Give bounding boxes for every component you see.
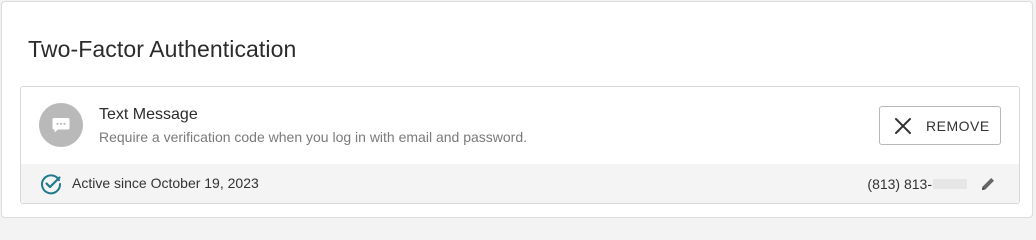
method-header: Text Message Require a verification code… — [21, 87, 1019, 165]
phone-number-text: (813) 813- — [867, 176, 932, 192]
phone-redacted-digits — [933, 179, 967, 189]
close-icon — [895, 117, 911, 134]
method-title: Text Message — [99, 106, 198, 123]
remove-button-label: REMOVE — [926, 117, 990, 134]
pencil-icon[interactable] — [979, 175, 997, 193]
method-status-bar: Active since October 19, 2023 (813) 813- — [21, 164, 1019, 203]
phone-number: (813) 813- — [867, 173, 997, 195]
remove-button[interactable]: REMOVE — [879, 106, 1001, 145]
status-text: Active since October 19, 2023 — [72, 175, 259, 191]
chat-bubble-icon — [39, 103, 83, 147]
section-title: Two-Factor Authentication — [28, 36, 297, 62]
two-factor-card: Two-Factor Authentication Text Message R… — [1, 1, 1033, 218]
text-message-method-card: Text Message Require a verification code… — [20, 86, 1020, 204]
method-description: Require a verification code when you log… — [99, 129, 528, 145]
check-circle-icon — [41, 174, 62, 195]
